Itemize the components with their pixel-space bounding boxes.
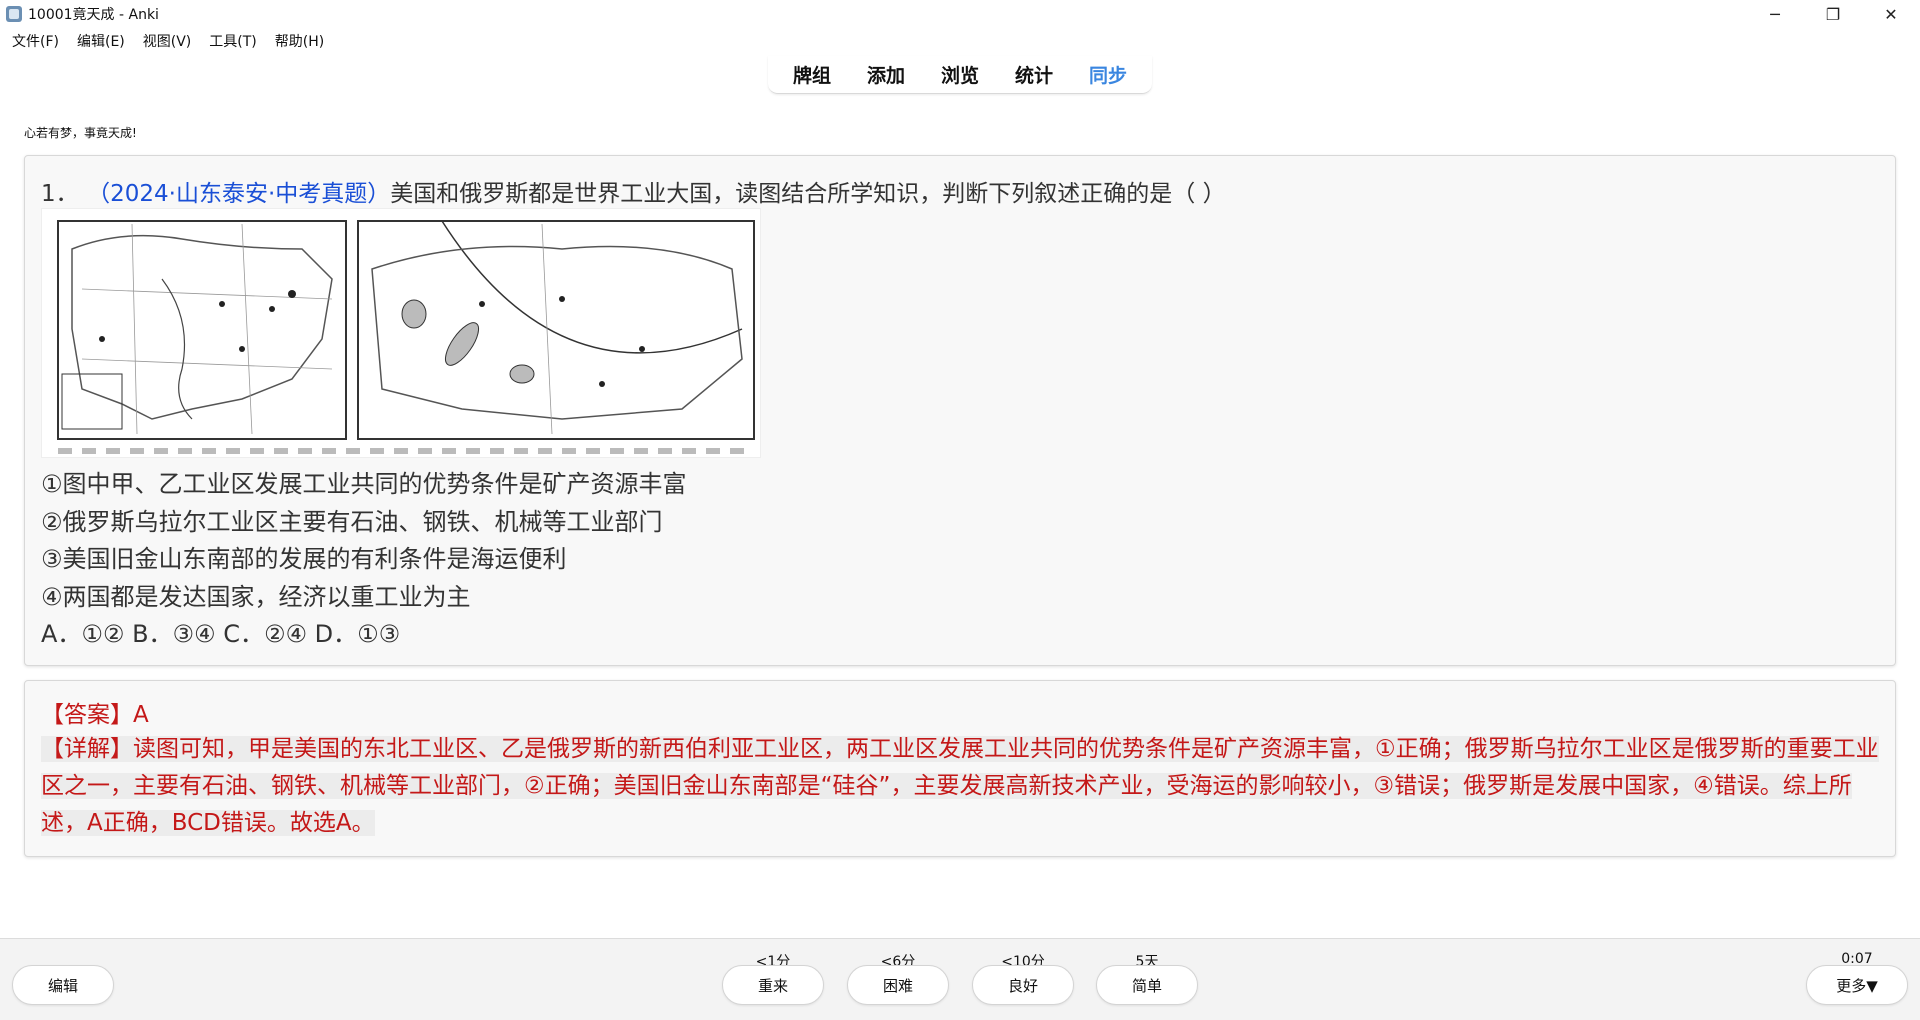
deck-motto: 心若有梦，事竟天成! xyxy=(24,126,137,140)
map-image xyxy=(41,208,761,458)
restore-icon[interactable]: ❐ xyxy=(1804,0,1862,28)
menu-help[interactable]: 帮助(H) xyxy=(275,31,324,51)
window-controls: ─ ❐ ✕ xyxy=(1746,0,1920,28)
anki-app-icon xyxy=(6,6,22,22)
edit-button[interactable]: 编辑 xyxy=(12,965,114,1005)
top-nav: 牌组 添加 浏览 统计 同步 xyxy=(768,56,1152,94)
review-bottom-bar: 编辑 <1分 重来 <6分 困难 <10分 良好 5天 简单 0:07 更多▼ xyxy=(0,938,1920,1020)
tab-stats[interactable]: 统计 xyxy=(997,61,1071,88)
close-icon[interactable]: ✕ xyxy=(1862,0,1920,28)
answer-card: 【答案】A 【详解】读图可知，甲是美国的东北工业区、乙是俄罗斯的新西伯利亚工业区… xyxy=(24,680,1896,857)
statement-4: ④两国都是发达国家，经济以重工业为主 xyxy=(41,582,471,611)
more-button[interactable]: 更多▼ xyxy=(1806,965,1908,1005)
menu-tools[interactable]: 工具(T) xyxy=(209,31,256,51)
minimize-icon[interactable]: ─ xyxy=(1746,0,1804,28)
detail-label: 【详解】 xyxy=(41,736,133,762)
statement-2: ②俄罗斯乌拉尔工业区主要有石油、钢铁、机械等工业部门 xyxy=(41,507,663,536)
statement-3: ③美国旧金山东南部的发展的有利条件是海运便利 xyxy=(41,545,567,573)
good-button[interactable]: 良好 xyxy=(972,965,1074,1005)
question-stem: 1． （2024·山东泰安·中考真题）美国和俄罗斯都是世界工业大国，读图结合所学知… xyxy=(41,174,1226,208)
tab-decks[interactable]: 牌组 xyxy=(775,61,849,88)
tab-add[interactable]: 添加 xyxy=(849,61,923,88)
question-options: ①图中甲、乙工业区发展工业共同的优势条件是矿产资源丰富 ②俄罗斯乌拉尔工业区主要… xyxy=(41,466,687,654)
answer-detail: 【详解】读图可知，甲是美国的东北工业区、乙是俄罗斯的新西伯利亚工业区，两工业区发… xyxy=(41,731,1886,842)
tab-sync[interactable]: 同步 xyxy=(1071,61,1145,88)
answer-choices: A．①② B．③④ C．②④ D．①③ xyxy=(41,620,401,648)
easy-button[interactable]: 简单 xyxy=(1096,965,1198,1005)
title-bar: 10001竟天成 - Anki ─ ❐ ✕ xyxy=(0,0,1920,28)
answer-line: 【答案】A xyxy=(41,702,149,728)
menu-file[interactable]: 文件(F) xyxy=(12,31,59,51)
question-source: （2024·山东泰安·中考真题） xyxy=(98,181,391,207)
menu-view[interactable]: 视图(V) xyxy=(143,31,192,51)
question-text: 美国和俄罗斯都是世界工业大国，读图结合所学知识，判断下列叙述正确的是（ ） xyxy=(390,181,1226,207)
statement-1: ①图中甲、乙工业区发展工业共同的优势条件是矿产资源丰富 xyxy=(41,470,687,498)
menu-edit[interactable]: 编辑(E) xyxy=(77,31,125,51)
question-number: 1． xyxy=(41,181,79,207)
detail-text: 读图可知，甲是美国的东北工业区、乙是俄罗斯的新西伯利亚工业区，两工业区发展工业共… xyxy=(41,736,1879,836)
hard-button[interactable]: 困难 xyxy=(847,965,949,1005)
again-button[interactable]: 重来 xyxy=(722,965,824,1005)
question-card: 1． （2024·山东泰安·中考真题）美国和俄罗斯都是世界工业大国，读图结合所学知… xyxy=(24,155,1896,666)
window-title: 10001竟天成 - Anki xyxy=(28,7,159,23)
tab-browse[interactable]: 浏览 xyxy=(923,61,997,88)
menu-bar: 文件(F) 编辑(E) 视图(V) 工具(T) 帮助(H) xyxy=(0,29,342,53)
